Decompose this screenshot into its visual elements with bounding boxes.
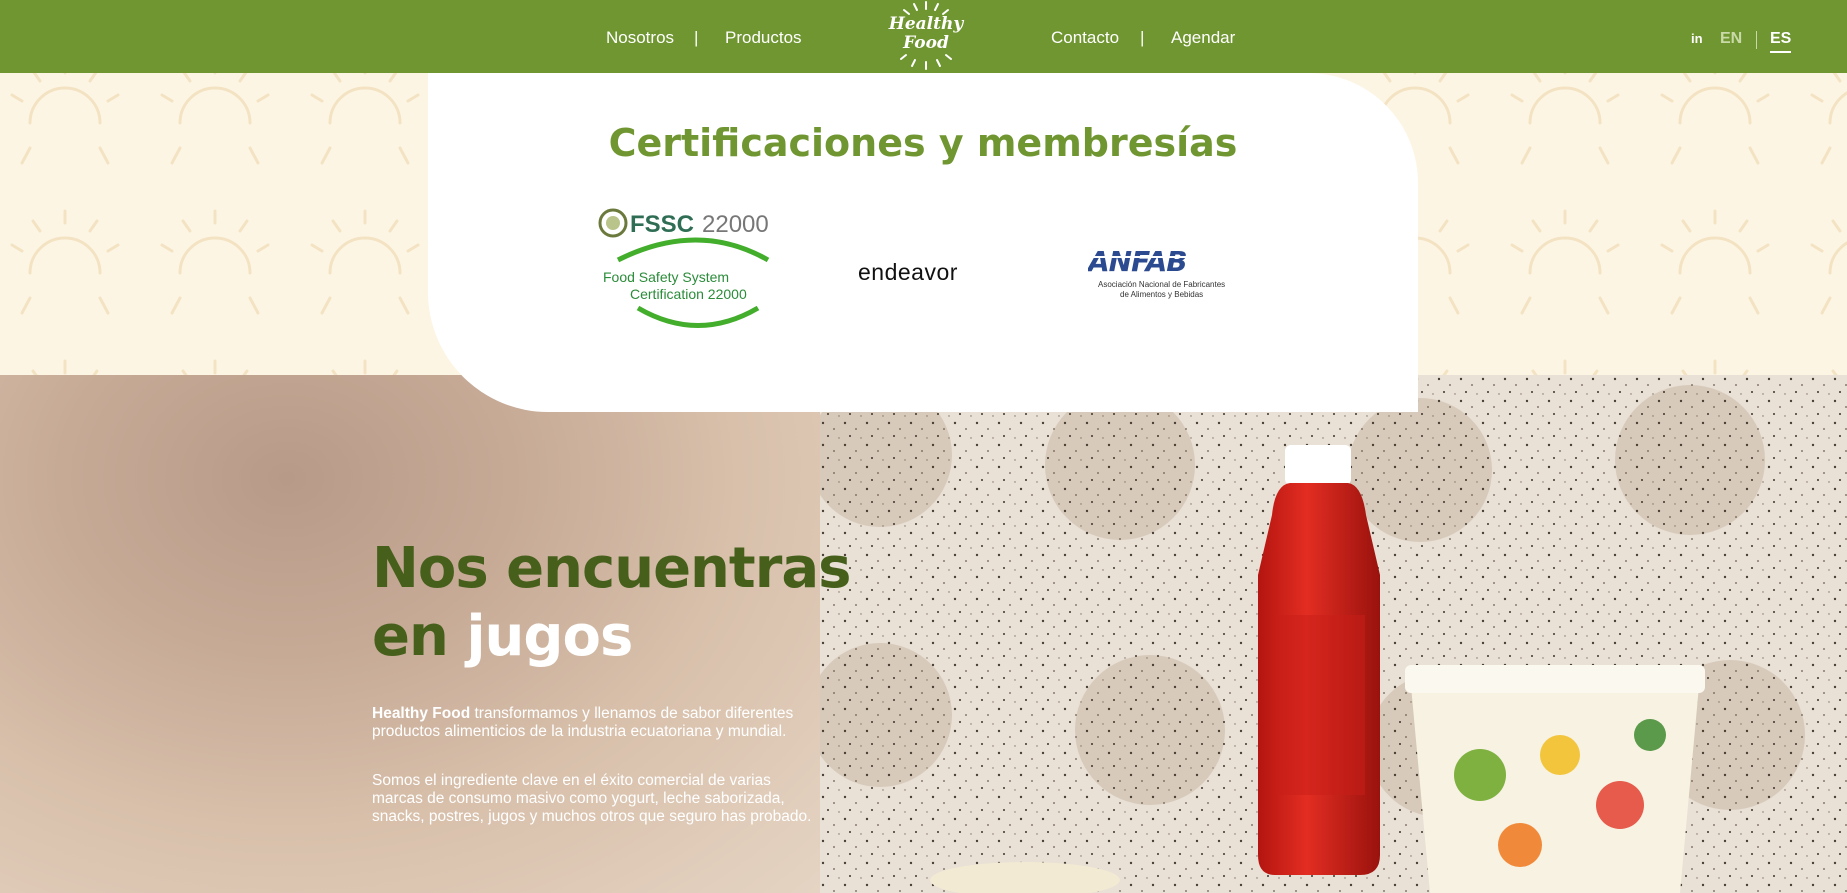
fssc-logo: FSSC 22000 Food Safety System Certificat… — [598, 208, 770, 330]
anfab-icon: ANFAB Asociación Nacional de Fabricantes… — [1086, 245, 1233, 299]
headline-jugos: jugos — [466, 604, 633, 669]
brand-name: Healthy Food — [372, 705, 471, 722]
fssc-22000-icon: FSSC 22000 Food Safety System Certificat… — [598, 208, 770, 328]
certifications-title: Certificaciones y membresías — [608, 121, 1238, 165]
product-photo-illustration — [808, 375, 1847, 893]
lang-divider — [1756, 31, 1757, 49]
svg-text:FSSC: FSSC — [630, 211, 694, 238]
hero-headline: Nos encuentras en jugos — [372, 535, 851, 671]
fssc-line1: Food Safety System — [603, 269, 729, 285]
endeavor-logo: endeavor — [858, 259, 958, 285]
certifications-card: Certificaciones y membresías FSSC 22000 … — [428, 73, 1418, 412]
headline-en: en — [372, 604, 467, 669]
anfab-wordmark: ANFAB — [1088, 245, 1187, 278]
healthy-food-logo[interactable]: Healthy Food — [888, 0, 964, 73]
lang-es[interactable]: ES — [1770, 30, 1792, 53]
linkedin-icon[interactable]: in — [1691, 31, 1703, 46]
hero-paragraph-2: Somos el ingrediente clave en el éxito c… — [372, 772, 812, 825]
anfab-line1: Asociación Nacional de Fabricantes — [1098, 280, 1225, 289]
headline-line-1: Nos encuentras — [372, 536, 851, 601]
lang-en[interactable]: EN — [1720, 30, 1742, 48]
hero-paragraph-1: Healthy Food transformamos y llenamos de… — [372, 705, 812, 741]
anfab-logo: ANFAB Asociación Nacional de Fabricantes… — [1086, 243, 1238, 303]
logo-text-food: Food — [903, 33, 949, 53]
nav-separator: | — [1140, 28, 1145, 47]
anfab-line2: de Alimentos y Bebidas — [1120, 290, 1203, 299]
fssc-line2: Certification 22000 — [630, 286, 747, 302]
headline-line-2: en jugos — [372, 603, 850, 671]
nav-separator: | — [694, 28, 699, 47]
hero-section: Nos encuentras en jugos Healthy Food tra… — [0, 375, 1847, 893]
nav-agendar[interactable]: Agendar — [1171, 28, 1235, 48]
svg-text:22000: 22000 — [702, 211, 769, 238]
nav-nosotros[interactable]: Nosotros — [606, 28, 674, 48]
nav-contacto[interactable]: Contacto — [1051, 28, 1119, 48]
nav-productos[interactable]: Productos — [725, 28, 802, 48]
logo-text-healthy: Healthy — [888, 14, 964, 34]
top-nav: Nosotros | Productos Healthy Food Contac… — [0, 0, 1847, 73]
hero-product-photo — [808, 375, 1847, 893]
